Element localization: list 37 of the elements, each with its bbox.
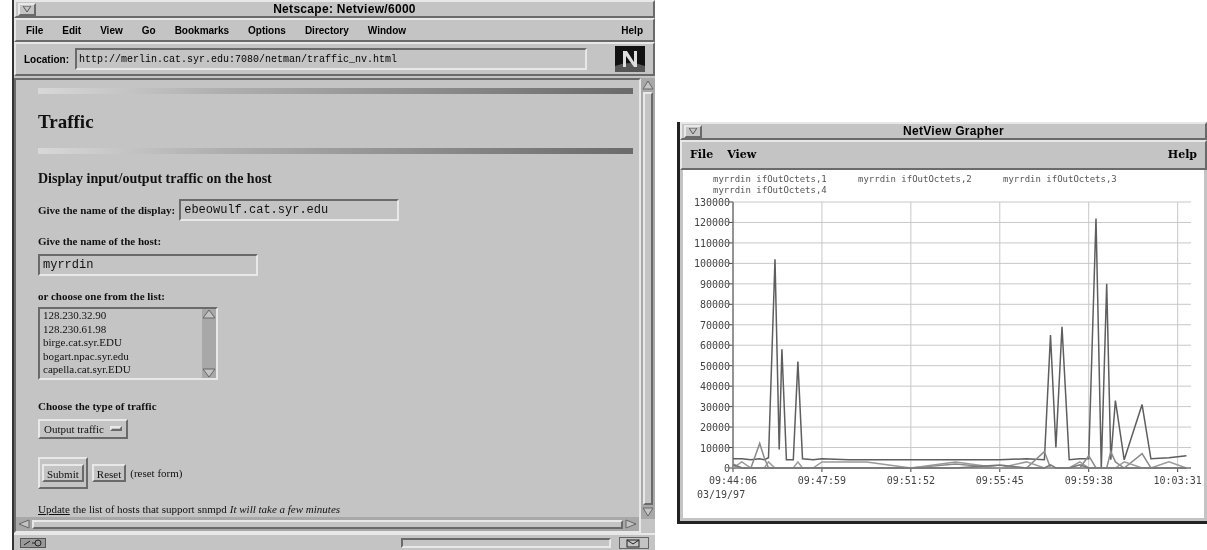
- page-heading: Traffic: [38, 109, 95, 134]
- x-tick-label: 09:55:45: [975, 475, 1024, 486]
- y-tick-label: 40000: [699, 381, 730, 393]
- section-heading: Display input/output traffic on the host: [38, 170, 273, 189]
- x-tick-label: 09:51:52: [886, 475, 935, 486]
- y-tick-label: 80000: [699, 299, 730, 311]
- y-tick-label: 110000: [693, 237, 730, 249]
- location-label: Location:: [24, 52, 69, 67]
- y-tick-label: 120000: [693, 217, 730, 229]
- y-tick-label: 70000: [699, 319, 730, 331]
- legend-label: myrrdin ifOutOctets,3: [1003, 174, 1118, 185]
- legend-label: myrrdin ifOutOctets,4: [713, 185, 828, 196]
- update-text: the list of hosts that support snmpd: [72, 501, 227, 517]
- x-tick-label: 09:47:59: [797, 475, 846, 486]
- x-tick-label: 09:44:06: [708, 475, 758, 486]
- y-tick-label: 130000: [693, 197, 730, 208]
- window-title: NetView Grapher: [902, 123, 1005, 140]
- legend-label: myrrdin ifOutOctets,1: [713, 174, 828, 185]
- y-tick-label: 100000: [693, 258, 730, 270]
- legend-label: myrrdin ifOutOctets,2: [858, 174, 973, 185]
- y-tick-label: 60000: [699, 340, 730, 352]
- update-note: It will take a few minutes: [229, 501, 341, 517]
- y-tick-label: 0: [723, 463, 730, 474]
- y-tick-label: 30000: [699, 401, 730, 413]
- reset-note: (reset form): [130, 465, 183, 481]
- window-title: Netscape: Netview/6000: [272, 1, 417, 18]
- field-label: Give the name of the host:: [38, 234, 163, 250]
- x-tick-label: 09:59:38: [1064, 475, 1113, 486]
- y-tick-label: 20000: [699, 422, 730, 434]
- x-tick-label: 10:03:31: [1153, 475, 1202, 486]
- field-label: or choose one from the list:: [38, 288, 166, 304]
- date-label: 03/19/97: [697, 489, 746, 500]
- y-tick-label: 90000: [699, 278, 730, 290]
- y-tick-label: 50000: [699, 360, 730, 372]
- field-label: Give the name of the display:: [38, 203, 176, 218]
- y-tick-label: 10000: [699, 442, 730, 454]
- field-label: Choose the type of traffic: [38, 399, 158, 415]
